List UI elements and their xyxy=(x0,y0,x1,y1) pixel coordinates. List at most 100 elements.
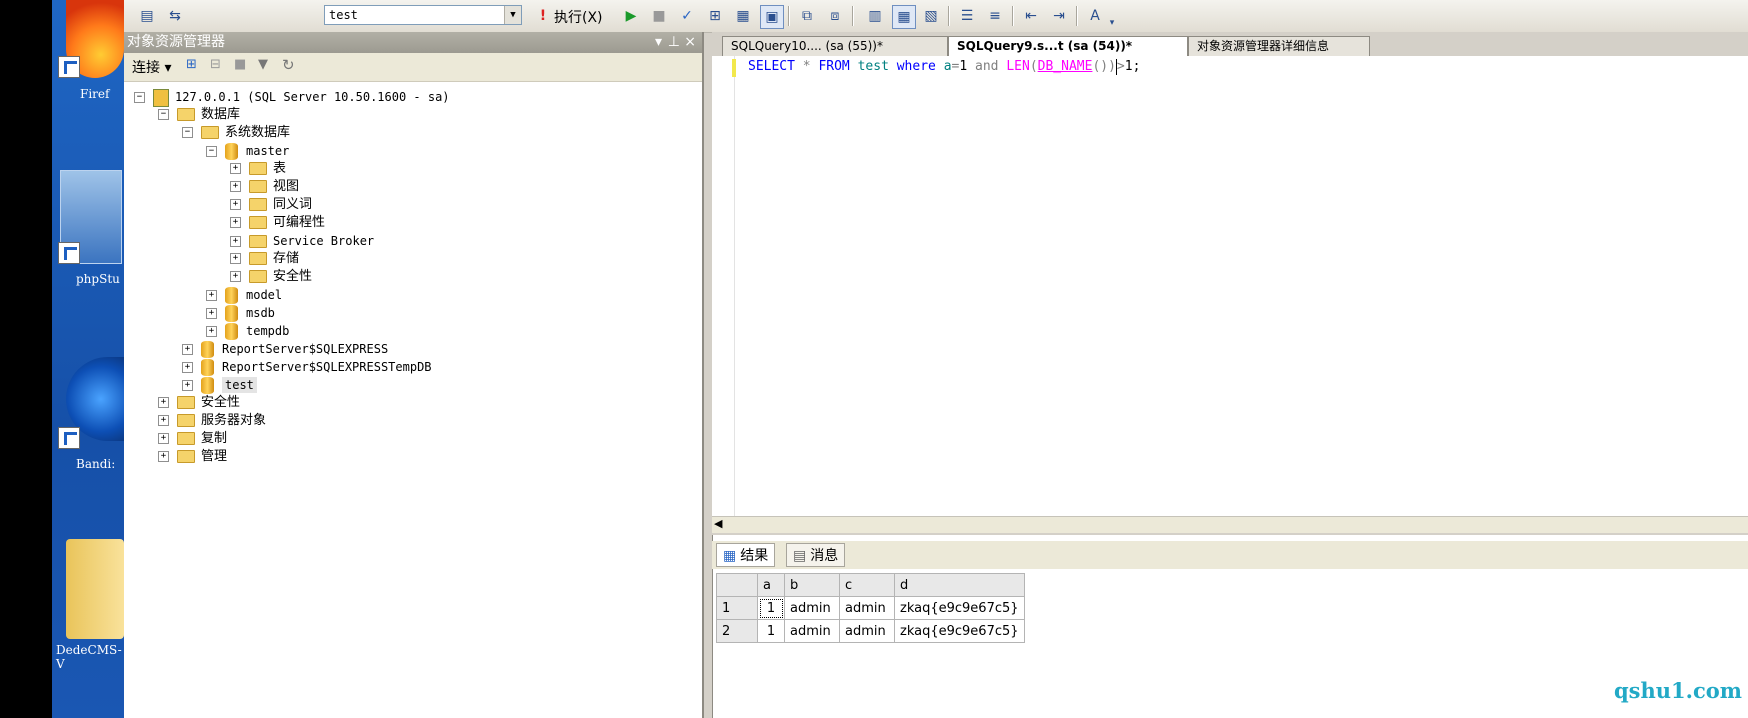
tree-node-security-master[interactable]: + 安全性 xyxy=(230,267,312,287)
dedecms-desktop-icon[interactable]: DedeCMS-V xyxy=(56,537,124,671)
grid-cell[interactable]: 1 xyxy=(757,619,785,643)
tree-node-management[interactable]: + 管理 xyxy=(158,447,227,467)
editor-horizontal-scrollbar[interactable]: ◀ xyxy=(712,516,1748,533)
connect-object-icon[interactable]: ⊞ xyxy=(186,57,197,72)
tree-node-server-objects[interactable]: + 服务器对象 xyxy=(158,411,266,431)
expand-icon[interactable]: + xyxy=(206,308,217,319)
collapse-icon[interactable]: − xyxy=(158,109,169,120)
expand-icon[interactable]: + xyxy=(230,271,241,282)
results-to-text-icon[interactable]: ▥ xyxy=(864,5,886,27)
tab-messages[interactable]: ▤ 消息 xyxy=(786,543,846,567)
tree-node-security[interactable]: + 安全性 xyxy=(158,393,240,413)
window-position-icon[interactable]: ▾ xyxy=(655,32,662,53)
expand-icon[interactable]: + xyxy=(158,451,169,462)
toolbar-overflow-icon[interactable]: ▾ xyxy=(1106,12,1118,34)
expand-icon[interactable]: + xyxy=(158,415,169,426)
chevron-down-icon[interactable]: ▼ xyxy=(504,6,521,24)
parse-check-icon[interactable]: ✓ xyxy=(676,5,698,27)
tab-object-explorer-details[interactable]: 对象资源管理器详细信息 xyxy=(1188,36,1370,56)
stop-icon[interactable]: ■ xyxy=(234,57,246,72)
expand-icon[interactable]: + xyxy=(158,397,169,408)
tree-node-storage[interactable]: + 存储 xyxy=(230,249,299,269)
expand-icon[interactable]: + xyxy=(230,253,241,264)
tree-node-msdb[interactable]: + msdb xyxy=(206,303,275,323)
grid-cell[interactable]: admin xyxy=(839,596,895,620)
expand-icon[interactable]: + xyxy=(230,199,241,210)
firefox-desktop-icon[interactable]: Firef xyxy=(56,0,124,105)
execute-icon[interactable]: ! xyxy=(532,5,554,27)
results-grid[interactable]: a b c d 1 1 admin admin zkaq{e9c9e67c5} … xyxy=(716,573,1025,643)
tree-node-test[interactable]: + test xyxy=(182,375,257,395)
close-icon[interactable]: × xyxy=(684,32,696,53)
expand-icon[interactable]: + xyxy=(158,433,169,444)
uncomment-lines-icon[interactable]: ≡ xyxy=(984,5,1006,27)
query-options-icon[interactable]: ▦ xyxy=(732,5,754,27)
expand-icon[interactable]: + xyxy=(182,344,193,355)
tree-node-server[interactable]: − 127.0.0.1 (SQL Server 10.50.1600 - sa) xyxy=(134,87,450,107)
scroll-left-icon[interactable]: ◀ xyxy=(714,517,722,530)
expand-icon[interactable]: + xyxy=(230,236,241,247)
tree-node-programmability[interactable]: + 可编程性 xyxy=(230,213,325,233)
expand-icon[interactable]: + xyxy=(230,163,241,174)
phpstudy-desktop-icon[interactable]: phpStu xyxy=(56,168,124,293)
grid-cell[interactable]: zkaq{e9c9e67c5} xyxy=(894,596,1025,620)
expand-icon[interactable]: + xyxy=(206,326,217,337)
grid-cell[interactable]: 1 xyxy=(757,596,785,620)
tree-node-model[interactable]: + model xyxy=(206,285,282,305)
tree-node-replication[interactable]: + 复制 xyxy=(158,429,227,449)
table-row[interactable]: 1 1 admin admin zkaq{e9c9e67c5} xyxy=(716,596,1025,620)
bandizip-desktop-icon[interactable]: Bandi: xyxy=(56,355,124,475)
include-plan-icon[interactable]: ⧉ xyxy=(796,5,818,27)
connect-icon[interactable]: ▤ xyxy=(136,5,158,27)
disconnect-icon[interactable]: ⊟ xyxy=(210,57,221,72)
tree-node-system-databases[interactable]: − 系统数据库 xyxy=(182,123,290,143)
filter-icon[interactable]: ▼ xyxy=(258,57,268,72)
expand-icon[interactable]: + xyxy=(182,380,193,391)
tree-node-master[interactable]: − master xyxy=(206,141,289,161)
display-plan-icon[interactable]: ⊞ xyxy=(704,5,726,27)
results-to-file-icon[interactable]: ▣ xyxy=(760,5,784,29)
sql-editor[interactable] xyxy=(712,56,1748,516)
tree-node-reportserver-tempdb[interactable]: + ReportServer$SQLEXPRESSTempDB xyxy=(182,357,432,377)
grid-cell[interactable]: admin xyxy=(784,619,840,643)
column-header[interactable]: a xyxy=(757,573,785,597)
change-connection-icon[interactable]: ⇆ xyxy=(164,5,186,27)
column-header[interactable]: b xyxy=(784,573,840,597)
debug-play-icon[interactable]: ▶ xyxy=(620,5,642,27)
decrease-indent-icon[interactable]: ⇤ xyxy=(1020,5,1042,27)
tree-node-databases[interactable]: − 数据库 xyxy=(158,105,240,125)
tree-node-views[interactable]: + 视图 xyxy=(230,177,299,197)
stop-icon[interactable]: ■ xyxy=(648,5,670,27)
client-stats-icon[interactable]: ⧈ xyxy=(824,5,846,27)
tab-results[interactable]: ▦ 结果 xyxy=(716,543,776,567)
tree-node-reportserver[interactable]: + ReportServer$SQLEXPRESS xyxy=(182,339,388,359)
tree-node-tables[interactable]: + 表 xyxy=(230,159,286,179)
comment-lines-icon[interactable]: ☰ xyxy=(956,5,978,27)
grid-cell[interactable]: zkaq{e9c9e67c5} xyxy=(894,619,1025,643)
tree-node-tempdb[interactable]: + tempdb xyxy=(206,321,289,341)
tab-sqlquery9[interactable]: SQLQuery9.s...t (sa (54))* xyxy=(948,36,1188,56)
expand-icon[interactable]: + xyxy=(230,181,241,192)
expand-icon[interactable]: + xyxy=(230,217,241,228)
expand-icon[interactable]: + xyxy=(206,290,217,301)
execute-button-label[interactable]: 执行(X) xyxy=(554,7,603,27)
collapse-icon[interactable]: − xyxy=(182,127,193,138)
tree-node-synonyms[interactable]: + 同义词 xyxy=(230,195,312,215)
tab-sqlquery10[interactable]: SQLQuery10.... (sa (55))* xyxy=(722,36,948,56)
column-header[interactable]: d xyxy=(894,573,1025,597)
grid-cell[interactable]: admin xyxy=(784,596,840,620)
row-header[interactable]: 1 xyxy=(716,596,758,620)
table-row[interactable]: 2 1 admin admin zkaq{e9c9e67c5} xyxy=(716,619,1025,643)
connect-button[interactable]: 连接 ▾ xyxy=(132,57,171,77)
refresh-icon[interactable]: ↻ xyxy=(282,56,295,74)
collapse-icon[interactable]: − xyxy=(134,92,145,103)
column-header[interactable]: c xyxy=(839,573,895,597)
database-select[interactable]: test ▼ xyxy=(324,5,522,25)
sql-query-line[interactable]: SELECT * FROM test where a=1 and LEN(DB_… xyxy=(748,57,1140,77)
grid-cell[interactable]: admin xyxy=(839,619,895,643)
expand-icon[interactable]: + xyxy=(182,362,193,373)
specify-values-icon[interactable]: A xyxy=(1084,5,1106,27)
pin-icon[interactable]: ⊥ xyxy=(668,32,680,53)
collapse-icon[interactable]: − xyxy=(206,146,217,157)
results-to-grid-icon[interactable]: ▦ xyxy=(892,5,916,29)
